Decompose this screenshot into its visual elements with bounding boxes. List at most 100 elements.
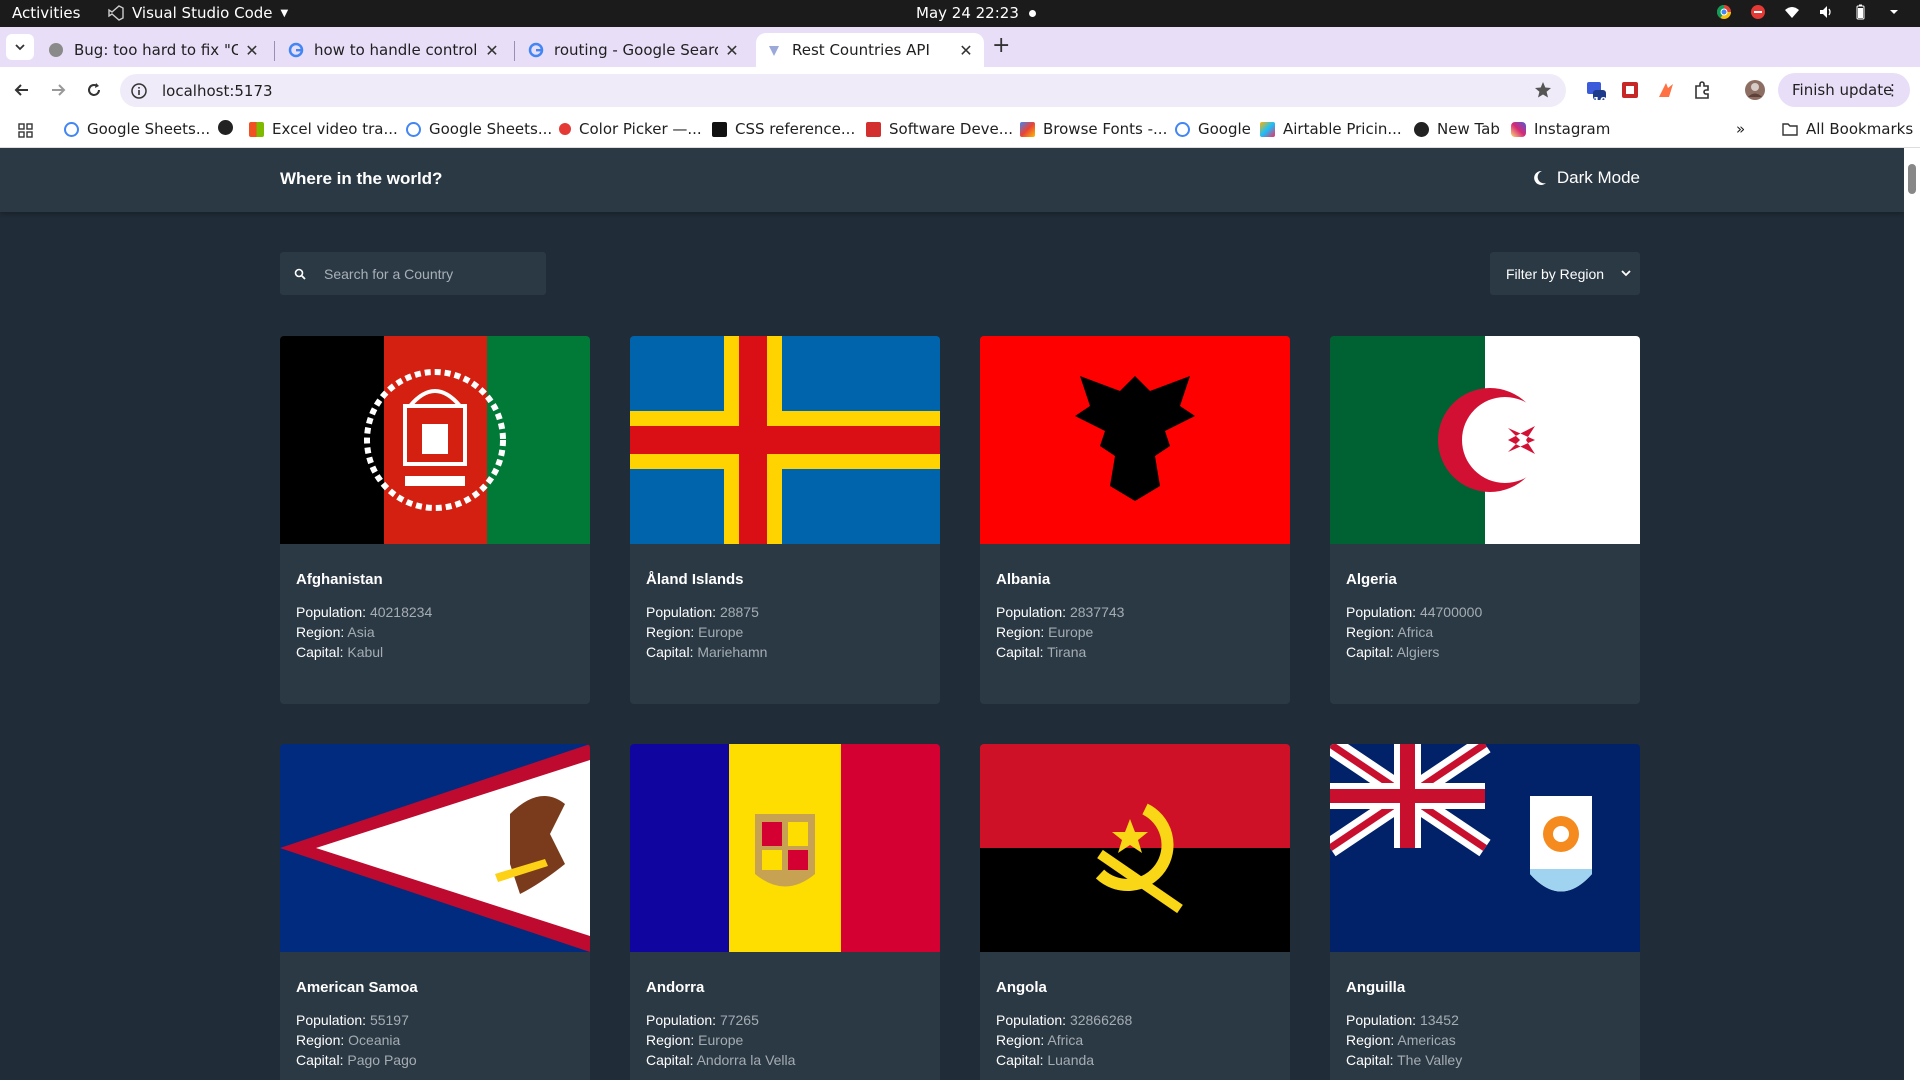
capital-value: Mariehamn	[697, 644, 768, 660]
country-name: Angola	[996, 979, 1047, 996]
apps-grid-icon[interactable]	[18, 123, 33, 138]
bookmark-label: CSS reference...	[735, 120, 856, 138]
clock[interactable]: May 24 22:23	[916, 4, 1036, 22]
region-label: Region:	[646, 1032, 695, 1048]
more-menu-icon: ⋮	[1885, 81, 1900, 99]
population-row: Population: 32866268	[996, 1012, 1132, 1028]
forward-button[interactable]	[47, 79, 69, 101]
globe-icon	[1414, 121, 1429, 137]
chevron-down-icon	[15, 44, 25, 51]
bookmark-label: New Tab	[1437, 120, 1500, 138]
algeria-flag	[1330, 336, 1640, 544]
country-card[interactable]: Andorra Population: 77265 Region: Europe…	[630, 744, 940, 1080]
capital-value: Pago Pago	[347, 1052, 417, 1068]
region-row: Region: Europe	[996, 624, 1093, 640]
country-name: Albania	[996, 571, 1051, 588]
scrollbar-thumb[interactable]	[1908, 164, 1916, 194]
country-name: Åland Islands	[646, 571, 744, 588]
region-value: Europe	[698, 624, 744, 640]
region-row: Region: Europe	[646, 1032, 743, 1048]
bookmark-item[interactable]: Browse Fonts -...	[1020, 120, 1167, 138]
extensions-puzzle-icon[interactable]	[1692, 80, 1712, 100]
population-value: 40218234	[369, 604, 433, 620]
country-card[interactable]: Angola Population: 32866268 Region: Afri…	[980, 744, 1290, 1080]
bookmark-item[interactable]	[218, 120, 233, 135]
capital-row: Capital: Tirana	[996, 644, 1086, 660]
bookmark-star-icon[interactable]	[1534, 81, 1552, 99]
country-card[interactable]: Algeria Population: 44700000 Region: Afr…	[1330, 336, 1640, 704]
browser-tab[interactable]: routing - Google Search ✕	[518, 33, 750, 67]
close-tab-icon[interactable]: ✕	[484, 41, 500, 60]
close-tab-icon[interactable]: ✕	[958, 41, 974, 60]
browser-tab[interactable]: Bug: too hard to fix "Can ✕	[38, 33, 270, 67]
browser-tab[interactable]: how to handle controlle ✕	[278, 33, 510, 67]
population-label: Population:	[296, 1012, 367, 1028]
bookmark-label: Color Picker —...	[579, 120, 702, 138]
close-tab-icon[interactable]: ✕	[244, 41, 260, 60]
population-value: 2837743	[1069, 604, 1125, 620]
capital-label: Capital:	[646, 644, 694, 660]
back-arrow-icon	[14, 84, 28, 96]
population-label: Population:	[296, 604, 367, 620]
page-scrollbar[interactable]	[1904, 148, 1920, 1080]
bookmark-item[interactable]: New Tab	[1414, 120, 1500, 138]
more-bookmarks-button[interactable]: »	[1736, 120, 1745, 138]
finish-update-label: Finish update	[1792, 81, 1893, 99]
os-top-bar: Activities Visual Studio Code ▼ May 24 2…	[0, 0, 1920, 27]
anguilla-flag	[1330, 744, 1640, 952]
airtable-icon	[1260, 121, 1275, 137]
bookmark-label: Airtable Pricin...	[1283, 120, 1402, 138]
bookmark-item[interactable]: CSS reference...	[712, 120, 855, 138]
search-box[interactable]	[280, 252, 546, 295]
country-card[interactable]: Åland Islands Population: 28875 Region: …	[630, 336, 940, 704]
country-card[interactable]: Anguilla Population: 13452 Region: Ameri…	[1330, 744, 1640, 1080]
system-tray[interactable]	[1716, 4, 1902, 20]
site-info-icon[interactable]	[130, 82, 148, 100]
tab-title: routing - Google Search	[554, 41, 718, 59]
finish-update-button[interactable]: Finish update ⋮	[1778, 73, 1910, 107]
all-bookmarks-button[interactable]: All Bookmarks	[1782, 120, 1913, 138]
bookmark-item[interactable]: Excel video tra...	[249, 120, 398, 138]
region-filter-select[interactable]: Filter by Region	[1490, 252, 1640, 295]
new-tab-button[interactable]: +	[992, 33, 1010, 58]
back-button[interactable]	[11, 79, 33, 101]
reload-button[interactable]	[83, 79, 105, 101]
activities-button[interactable]: Activities	[12, 4, 80, 22]
bookmark-item[interactable]: Airtable Pricin...	[1260, 120, 1402, 138]
bookmark-item[interactable]: Color Picker —...	[559, 120, 702, 138]
all-bookmarks-label: All Bookmarks	[1806, 120, 1914, 138]
profile-avatar-icon[interactable]	[1744, 79, 1766, 101]
bookmark-item[interactable]: Google Sheets...	[406, 120, 552, 138]
bookmark-item[interactable]: Google Sheets...	[64, 120, 210, 138]
browser-toolbar: localhost:5173 10 Finish update ⋮	[0, 67, 1920, 113]
capital-label: Capital:	[296, 644, 344, 660]
country-card[interactable]: Albania Population: 2837743 Region: Euro…	[980, 336, 1290, 704]
bookmark-item[interactable]: Software Deve...	[866, 120, 1013, 138]
andorra-flag	[630, 744, 940, 952]
population-value: 28875	[719, 604, 759, 620]
close-tab-icon[interactable]: ✕	[724, 41, 740, 60]
browser-tab-active[interactable]: Rest Countries API ✕	[756, 33, 984, 67]
search-input[interactable]	[324, 265, 524, 282]
country-card[interactable]: American Samoa Population: 55197 Region:…	[280, 744, 590, 1080]
capital-row: Capital: Algiers	[1346, 644, 1439, 660]
chevron-down-icon: ▼	[280, 7, 289, 19]
extension-red-icon[interactable]	[1620, 80, 1640, 100]
tab-title: how to handle controlle	[314, 41, 478, 59]
bookmark-item[interactable]: Instagram	[1511, 120, 1610, 138]
tab-search-button[interactable]	[6, 34, 34, 60]
bookmark-item[interactable]: Google	[1175, 120, 1251, 138]
app-menu[interactable]: Visual Studio Code ▼	[108, 4, 288, 22]
google-icon	[288, 42, 304, 58]
folder-icon	[1782, 123, 1798, 136]
population-label: Population:	[646, 1012, 717, 1028]
capital-value: The Valley	[1397, 1052, 1463, 1068]
battery-icon	[1856, 4, 1865, 20]
mdn-icon	[712, 121, 727, 137]
address-bar[interactable]: localhost:5173	[120, 74, 1566, 107]
extension-orange-icon[interactable]	[1656, 80, 1676, 100]
country-card[interactable]: Afghanistan Population: 40218234 Region:…	[280, 336, 590, 704]
dark-mode-toggle[interactable]: Dark Mode	[1533, 168, 1640, 188]
region-label: Region:	[1346, 1032, 1395, 1048]
region-row: Region: Africa	[996, 1032, 1083, 1048]
